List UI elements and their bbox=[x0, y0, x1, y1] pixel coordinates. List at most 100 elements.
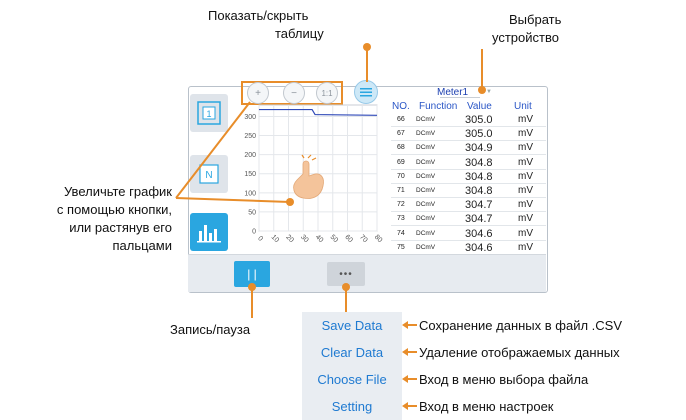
table-row: 70 DCmV 304.8 mV bbox=[391, 171, 546, 184]
zoom-reset-button[interactable]: 1:1 bbox=[316, 82, 338, 104]
callout-dot-table bbox=[363, 43, 371, 51]
cell-value: 304.8 bbox=[465, 185, 493, 197]
cell-function: DCmV bbox=[416, 144, 436, 152]
table-row: 67 DCmV 305.0 mV bbox=[391, 128, 546, 142]
x-tick-label: 50 bbox=[329, 234, 340, 245]
cell-unit: mV bbox=[518, 156, 533, 168]
header-value: Value bbox=[467, 101, 492, 112]
cell-unit: mV bbox=[518, 185, 533, 196]
arrow-line-setting bbox=[405, 405, 417, 407]
cell-no: 66 bbox=[397, 116, 405, 123]
callout-dot-record bbox=[248, 283, 256, 291]
cell-value: 304.8 bbox=[465, 170, 493, 183]
callout-line-record bbox=[251, 288, 253, 318]
callout-select-device-1: Выбрать bbox=[509, 12, 562, 27]
cell-unit: mV bbox=[518, 142, 533, 154]
cell-no: 75 bbox=[397, 243, 405, 251]
cell-unit: mV bbox=[518, 128, 533, 140]
callout-zoom-hint-1: Увеличьте график bbox=[64, 184, 172, 199]
cell-function: DCmV bbox=[416, 172, 436, 180]
more-icon: ••• bbox=[339, 268, 353, 280]
cell-function: DCmV bbox=[416, 116, 436, 123]
cell-value: 304.8 bbox=[465, 156, 493, 169]
cell-function: DCmV bbox=[416, 201, 436, 209]
meter-underline bbox=[440, 97, 480, 98]
desc-setting: Вход в меню настроек bbox=[419, 399, 554, 414]
callout-zoom-hint-3: или растянув его bbox=[69, 220, 172, 235]
header-unit: Unit bbox=[514, 101, 532, 112]
menu-choose-file[interactable]: Choose File bbox=[302, 367, 402, 393]
cell-function: DCmV bbox=[416, 158, 436, 166]
x-tick-label: 40 bbox=[314, 234, 325, 245]
cell-value: 304.9 bbox=[465, 142, 493, 155]
callout-show-hide-table-2: таблицу bbox=[275, 26, 324, 41]
callout-dot-device bbox=[478, 86, 486, 94]
table-row: 75 DCmV 304.6 mV bbox=[391, 242, 546, 255]
cell-no: 69 bbox=[397, 158, 405, 166]
header-function: Function bbox=[419, 101, 458, 112]
header-no: NO. bbox=[392, 101, 410, 112]
table-row: 66 DCmV 305.0 mV bbox=[391, 114, 546, 127]
x-tick-label: 70 bbox=[358, 234, 369, 245]
arrow-line-choose-file bbox=[405, 378, 417, 380]
callout-line-device bbox=[481, 49, 483, 87]
cell-function: DCmV bbox=[416, 130, 436, 138]
callout-zoom-hint-2: с помощью кнопки, bbox=[56, 202, 172, 217]
cell-unit: mV bbox=[518, 170, 533, 182]
menu-clear-data[interactable]: Clear Data bbox=[302, 340, 402, 366]
cell-value: 304.7 bbox=[465, 213, 493, 226]
x-tick-label: 0 bbox=[256, 235, 264, 243]
cell-function: DCmV bbox=[416, 243, 436, 251]
x-tick-label: 10 bbox=[270, 234, 281, 245]
table-row: 72 DCmV 304.7 mV bbox=[391, 199, 546, 213]
cell-unit: mV bbox=[518, 227, 533, 239]
table-row: 74 DCmV 304.6 mV bbox=[391, 228, 546, 241]
x-tick-label: 20 bbox=[284, 234, 295, 245]
cell-unit: mV bbox=[518, 213, 533, 225]
cell-value: 304.6 bbox=[465, 227, 493, 240]
table-row: 71 DCmV 304.8 mV bbox=[391, 185, 546, 198]
x-tick-label: 80 bbox=[373, 234, 383, 245]
cell-no: 73 bbox=[397, 215, 405, 223]
zoom-reset-label: 1:1 bbox=[321, 88, 333, 98]
cell-function: DCmV bbox=[416, 215, 436, 223]
table-row: 68 DCmV 304.9 mV bbox=[391, 142, 546, 156]
list-icon bbox=[360, 88, 372, 97]
desc-clear-data: Удаление отображаемых данных bbox=[419, 345, 620, 360]
cell-unit: mV bbox=[518, 114, 533, 125]
cell-no: 67 bbox=[397, 130, 405, 138]
desc-choose-file: Вход в меню выбора файла bbox=[419, 372, 589, 387]
cell-unit: mV bbox=[518, 199, 533, 211]
callout-select-device-2: устройство bbox=[492, 30, 559, 45]
table-row: 73 DCmV 304.7 mV bbox=[391, 213, 546, 227]
cell-function: DCmV bbox=[416, 187, 436, 194]
cell-function: DCmV bbox=[416, 229, 436, 237]
callout-lines-zoom bbox=[175, 101, 294, 206]
cell-value: 305.0 bbox=[465, 128, 493, 141]
y-tick-label: 0 bbox=[252, 229, 256, 236]
callout-record-pause: Запись/пауза bbox=[170, 322, 251, 337]
x-tick-label: 30 bbox=[299, 234, 310, 245]
menu-save-data[interactable]: Save Data bbox=[302, 313, 402, 339]
toggle-table-button[interactable] bbox=[354, 80, 378, 104]
menu-setting[interactable]: Setting bbox=[302, 394, 402, 420]
x-tick-label: 60 bbox=[343, 234, 354, 245]
arrow-line-clear-data bbox=[405, 351, 417, 353]
cell-no: 71 bbox=[397, 187, 405, 194]
cell-no: 68 bbox=[397, 144, 405, 152]
cell-value: 304.7 bbox=[465, 199, 493, 212]
pause-icon: | | bbox=[247, 267, 257, 281]
callout-zoom-hint-4: пальцами bbox=[112, 238, 172, 253]
callout-dot-more bbox=[342, 283, 350, 291]
cell-no: 70 bbox=[397, 172, 405, 180]
desc-save-data: Сохранение данных в файл .CSV bbox=[419, 318, 622, 333]
cell-unit: mV bbox=[518, 241, 533, 253]
callout-line-more bbox=[345, 288, 347, 312]
cell-no: 74 bbox=[397, 229, 405, 237]
dropdown-caret-icon[interactable]: ▼ bbox=[486, 89, 492, 95]
cell-value: 304.6 bbox=[465, 241, 493, 254]
callout-show-hide-table-1: Показать/скрыть bbox=[208, 8, 309, 23]
cell-no: 72 bbox=[397, 201, 405, 209]
arrow-line-save-data bbox=[405, 324, 417, 326]
table-header: NO. Function Value Unit bbox=[391, 101, 546, 113]
